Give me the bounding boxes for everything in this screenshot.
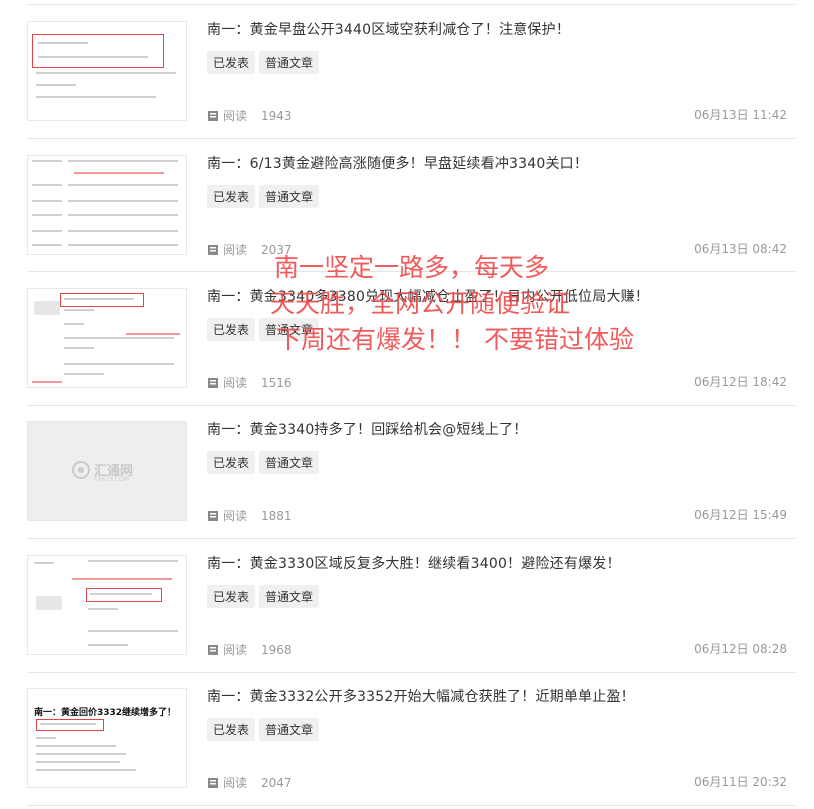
article-title[interactable]: 南一：黄金3340多3380兑现大幅减仓止盈了！日内公开低位局大赚！: [207, 286, 649, 306]
article-item[interactable]: 南一：黄金3330区域反复多大胜！继续看3400！避险还有爆发！ 已发表 普通文…: [27, 555, 795, 665]
article-item[interactable]: 南一：黄金早盘公开3440区域空获利减仓了！注意保护！ 已发表 普通文章 阅读 …: [27, 21, 795, 131]
divider: [27, 672, 795, 673]
article-thumbnail[interactable]: 汇通网 FX678.COM: [27, 421, 187, 521]
views-count: 1968: [261, 642, 292, 657]
publish-date: 06月12日 15:49: [694, 508, 787, 522]
type-tag: 普通文章: [259, 51, 320, 74]
status-tag: 已发表: [207, 318, 256, 341]
type-tag: 普通文章: [259, 185, 320, 208]
logo-icon: [72, 460, 90, 479]
read-icon: [208, 244, 218, 255]
views-label: 阅读: [223, 643, 248, 657]
views-label: 阅读: [223, 509, 248, 523]
article-item[interactable]: 汇通网 FX678.COM 南一：黄金3340持多了！回踩给机会@短线上了！ 已…: [27, 421, 795, 531]
publish-date: 06月13日 08:42: [694, 242, 787, 256]
read-icon: [208, 644, 218, 655]
views-label: 阅读: [223, 776, 248, 790]
article-title[interactable]: 南一：黄金3340持多了！回踩给机会@短线上了！: [207, 419, 527, 439]
article-thumbnail[interactable]: [27, 21, 187, 121]
status-tag: 已发表: [207, 585, 256, 608]
read-icon: [208, 377, 218, 388]
divider: [27, 4, 795, 5]
type-tag: 普通文章: [259, 451, 320, 474]
article-item[interactable]: 南一：黄金回价3332继续增多了！ 南一：黄金3332公开多3352开始大幅减仓…: [27, 688, 795, 798]
article-item[interactable]: 南一：6/13黄金避险高涨随便多！早盘延续看冲3340关口！ 已发表 普通文章 …: [27, 155, 795, 265]
type-tag: 普通文章: [259, 585, 320, 608]
type-tag: 普通文章: [259, 318, 320, 341]
article-thumbnail[interactable]: [27, 155, 187, 255]
read-icon: [208, 510, 218, 521]
divider: [27, 538, 795, 539]
views-label: 阅读: [223, 109, 248, 123]
type-tag: 普通文章: [259, 718, 320, 741]
publish-date: 06月12日 18:42: [694, 375, 787, 389]
divider: [27, 271, 795, 272]
article-title[interactable]: 南一：黄金3330区域反复多大胜！继续看3400！避险还有爆发！: [207, 553, 621, 573]
publish-date: 06月13日 11:42: [694, 108, 787, 122]
divider: [27, 405, 795, 406]
article-item[interactable]: 南一：黄金3340多3380兑现大幅减仓止盈了！日内公开低位局大赚！ 已发表 普…: [27, 288, 795, 398]
article-thumbnail[interactable]: [27, 555, 187, 655]
status-tag: 已发表: [207, 451, 256, 474]
article-title[interactable]: 南一：6/13黄金避险高涨随便多！早盘延续看冲3340关口！: [207, 153, 588, 173]
logo-subtext: FX678.COM: [94, 476, 130, 483]
article-title[interactable]: 南一：黄金3332公开多3352开始大幅减仓获胜了！近期单单止盈！: [207, 686, 635, 706]
views-label: 阅读: [223, 243, 248, 257]
article-thumbnail[interactable]: [27, 288, 187, 388]
views-count: 2037: [261, 242, 292, 257]
article-thumbnail[interactable]: 南一：黄金回价3332继续增多了！: [27, 688, 187, 788]
views-count: 1881: [261, 508, 292, 523]
views-count: 2047: [261, 775, 292, 790]
views-count: 1516: [261, 375, 292, 390]
views-label: 阅读: [223, 376, 248, 390]
status-tag: 已发表: [207, 185, 256, 208]
divider: [27, 805, 795, 806]
divider: [27, 138, 795, 139]
read-icon: [208, 777, 218, 788]
publish-date: 06月12日 08:28: [694, 642, 787, 656]
article-title[interactable]: 南一：黄金早盘公开3440区域空获利减仓了！注意保护！: [207, 19, 570, 39]
views-count: 1943: [261, 108, 292, 123]
thumbnail-heading: 南一：黄金回价3332继续增多了！: [34, 708, 177, 718]
status-tag: 已发表: [207, 51, 256, 74]
status-tag: 已发表: [207, 718, 256, 741]
publish-date: 06月11日 20:32: [694, 775, 787, 789]
site-logo: 汇通网 FX678.COM: [72, 460, 133, 483]
read-icon: [208, 110, 218, 121]
